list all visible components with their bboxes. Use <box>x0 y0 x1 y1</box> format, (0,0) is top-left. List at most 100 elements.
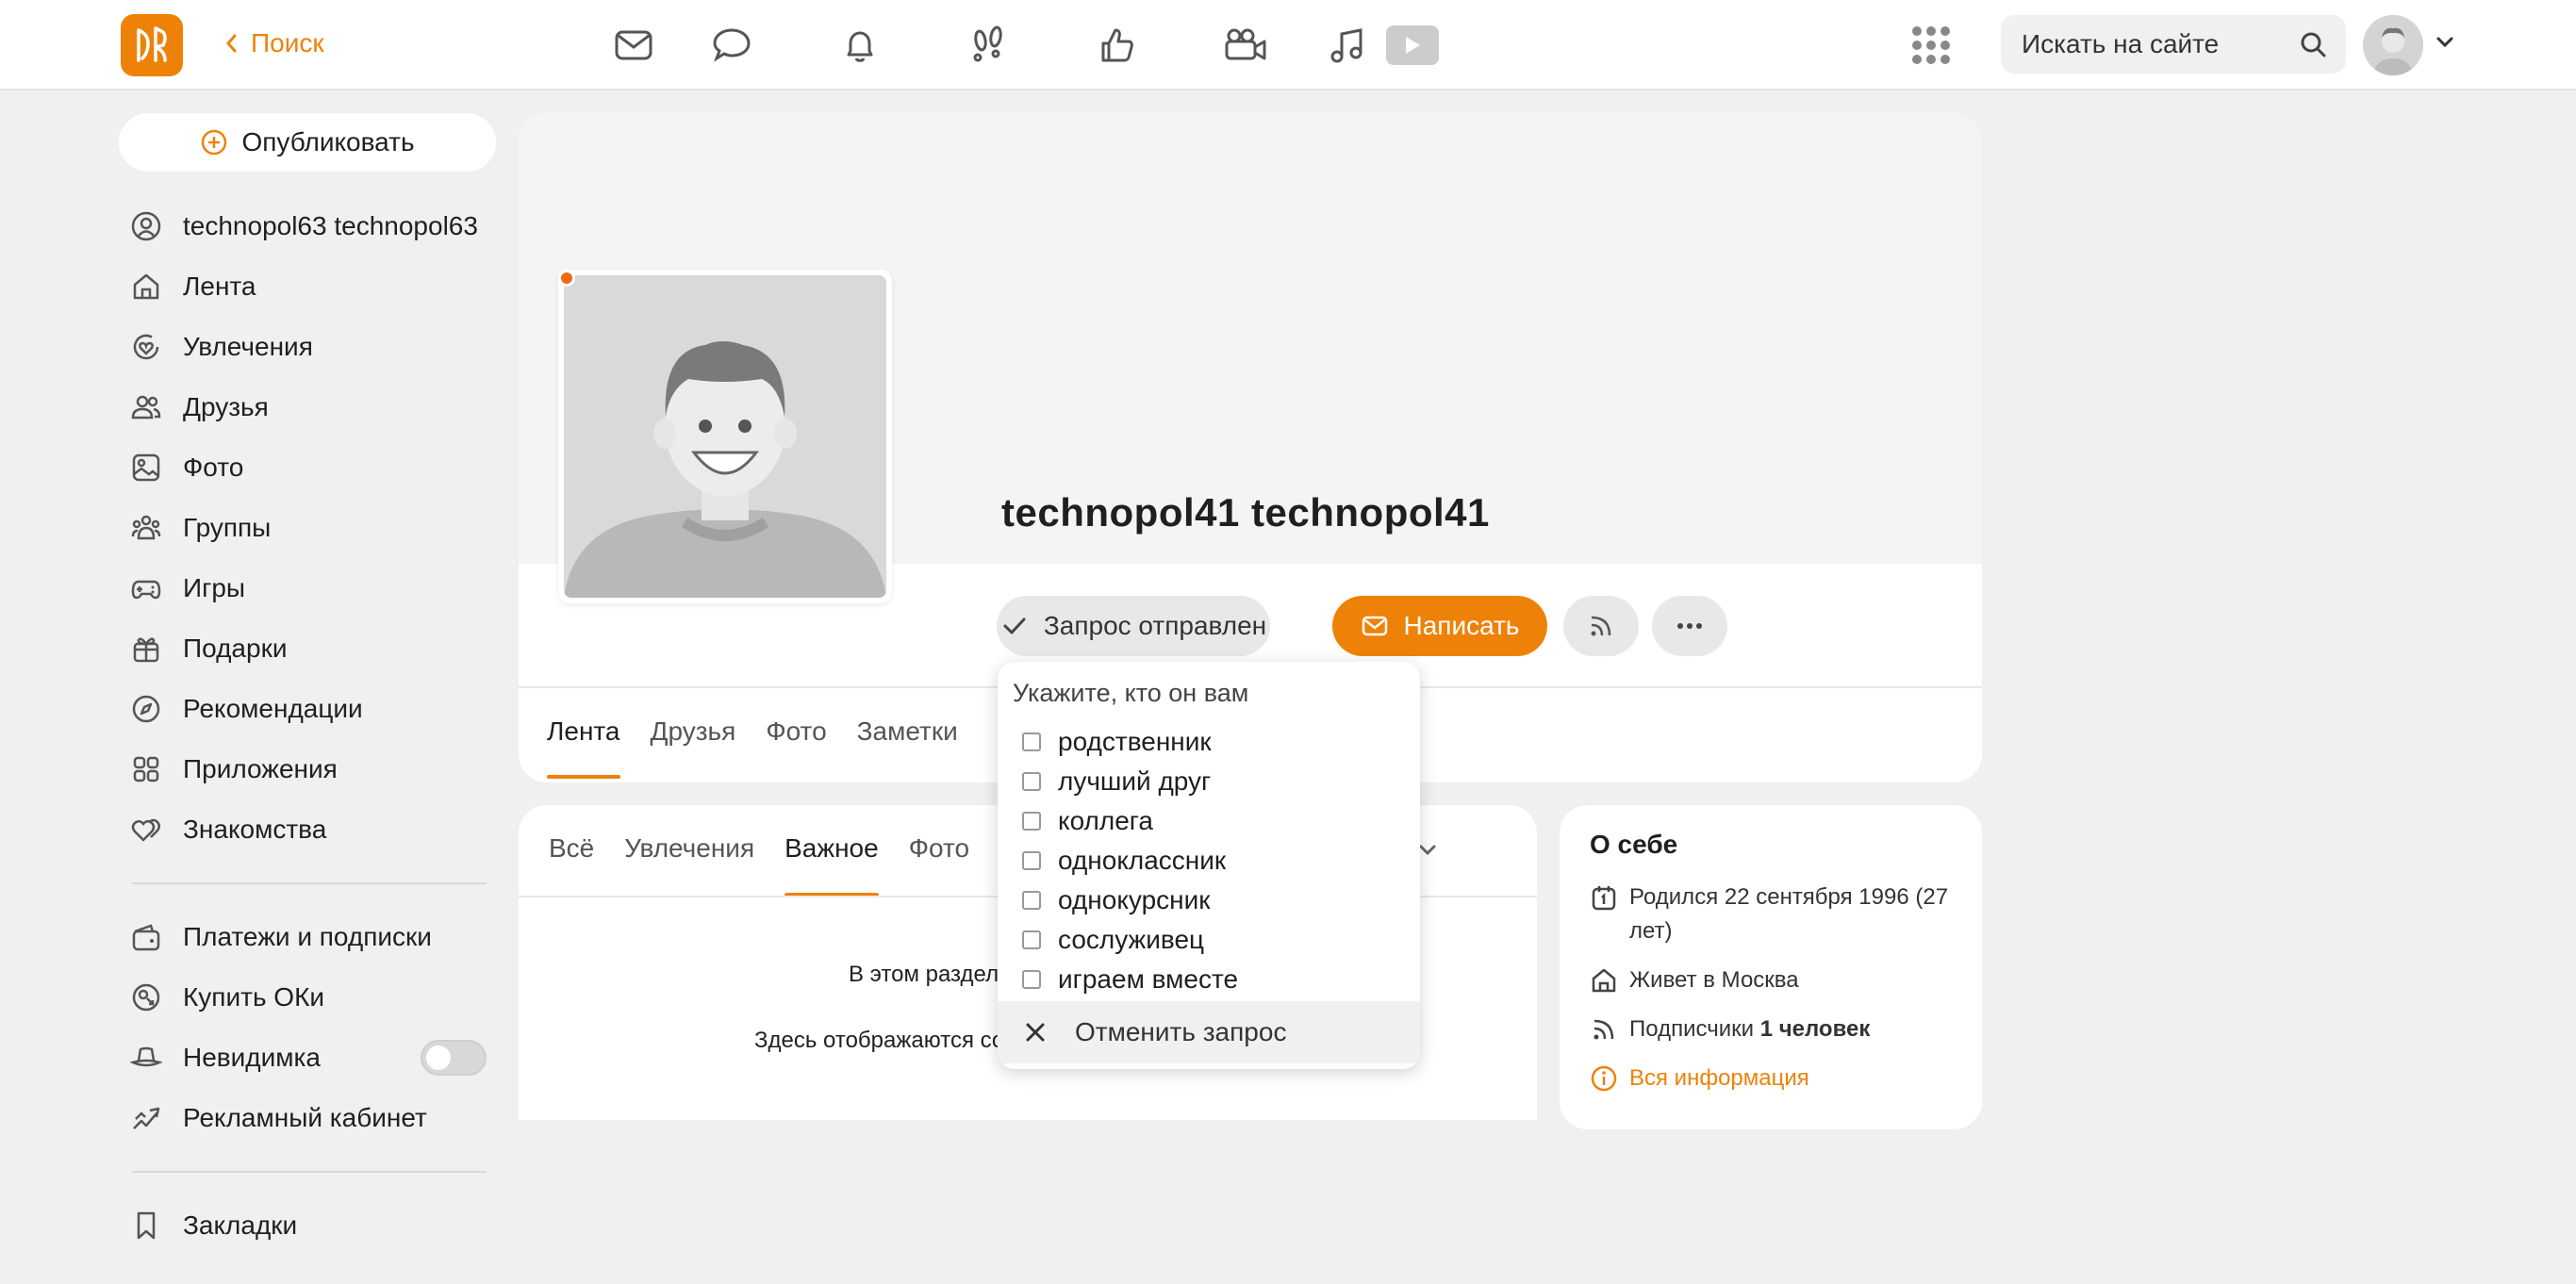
sidebar-item-invisible[interactable]: Невидимка <box>130 1028 487 1088</box>
compass-icon <box>132 695 160 723</box>
sidebar-item-label: Купить ОКи <box>183 982 325 1012</box>
sidebar-item-label: Друзья <box>183 392 269 421</box>
sidebar-item-label: Подарки <box>183 634 288 663</box>
checkbox[interactable] <box>1022 930 1041 949</box>
sidebar-item-apps[interactable]: Приложения <box>130 739 487 799</box>
ok-logo-icon <box>137 26 167 62</box>
sidebar-item-games[interactable]: Игры <box>130 558 487 618</box>
mail-icon[interactable] <box>613 19 668 72</box>
search-icon[interactable] <box>2299 30 2327 58</box>
about-subscribers[interactable]: Подписчики 1 человек <box>1590 1012 1952 1046</box>
feed-tab-all[interactable]: Всё <box>549 833 594 897</box>
bell-icon[interactable] <box>796 19 924 72</box>
footprints-icon[interactable] <box>924 19 1052 72</box>
chat-icon[interactable] <box>668 19 796 72</box>
sidebar-item-label: Группы <box>183 513 272 542</box>
tab-feed[interactable]: Лента <box>547 716 620 779</box>
sidebar-item-bookmarks[interactable]: Закладки <box>130 1195 487 1256</box>
sidebar-item-feed[interactable]: Лента <box>130 256 487 317</box>
profile-tabs: Лента Друзья Фото Заметки <box>547 716 958 779</box>
write-message-button[interactable]: Написать <box>1332 596 1547 656</box>
chevron-left-icon <box>226 34 237 53</box>
birthday-text: Родился 22 сентября 1996 (27 лет) <box>1629 884 1949 944</box>
profile-avatar[interactable] <box>558 270 892 603</box>
checkbox[interactable] <box>1022 891 1041 910</box>
apps-grid-icon[interactable] <box>1912 26 1950 64</box>
incognito-hat-icon <box>130 1046 162 1067</box>
more-options-button[interactable] <box>1652 596 1727 656</box>
back-to-search-link[interactable]: Поиск <box>224 28 324 58</box>
thumbs-up-icon[interactable] <box>1052 19 1181 72</box>
ok-logo[interactable] <box>121 14 183 76</box>
publish-label: Опубликовать <box>241 127 415 156</box>
about-location: Живет в Москва <box>1590 963 1952 997</box>
empty-state-text: Здесь отображаются со <box>754 1028 1005 1053</box>
sidebar-item-payments[interactable]: Платежи и подписки <box>130 907 487 967</box>
request-sent-button[interactable]: Запрос отправлен <box>997 596 1270 656</box>
invisible-toggle[interactable] <box>421 1040 487 1076</box>
location-text: Живет в Москва <box>1629 967 1799 993</box>
relation-option-play-together[interactable]: играем вместе <box>1022 960 1238 999</box>
sidebar-divider <box>132 882 487 884</box>
cancel-request-button[interactable]: Отменить запрос <box>998 1001 1420 1063</box>
sidebar-item-label: Закладки <box>183 1210 298 1240</box>
feed-tab-photo[interactable]: Фото <box>909 833 969 897</box>
feed-tab-hobbies[interactable]: Увлечения <box>624 833 754 897</box>
checkbox[interactable] <box>1022 812 1041 831</box>
all-info-link[interactable]: Вся информация <box>1590 1062 1952 1095</box>
option-label: родственник <box>1058 727 1212 756</box>
subscribers-count: 1 человек <box>1759 1016 1871 1042</box>
sidebar-item-ads-cabinet[interactable]: Рекламный кабинет <box>130 1088 487 1148</box>
video-play-icon[interactable] <box>1386 25 1439 65</box>
sidebar-item-label: Увлечения <box>183 332 313 361</box>
sidebar-item-friends[interactable]: Друзья <box>130 377 487 437</box>
relation-option-relative[interactable]: родственник <box>1022 722 1238 762</box>
relation-option-coursemate[interactable]: однокурсник <box>1022 881 1238 920</box>
relation-option-fellow-soldier[interactable]: сослуживец <box>1022 920 1238 960</box>
sidebar-item-dating[interactable]: Знакомства <box>130 799 487 860</box>
sidebar-item-profile[interactable]: technopol63 technopol63 <box>130 196 487 256</box>
video-camera-icon[interactable] <box>1181 19 1309 72</box>
sidebar-item-gifts[interactable]: Подарки <box>130 618 487 679</box>
top-nav <box>613 19 1439 72</box>
relation-option-best-friend[interactable]: лучший друг <box>1022 762 1238 801</box>
sidebar-item-label: Знакомства <box>183 815 327 844</box>
search-input[interactable] <box>2022 28 2286 60</box>
checkbox[interactable] <box>1022 733 1041 751</box>
rss-icon <box>1593 1019 1614 1040</box>
about-panel: О себе Родился 22 сентября 1996 (27 лет)… <box>1560 805 1982 1129</box>
tab-notes[interactable]: Заметки <box>857 716 958 779</box>
relation-option-colleague[interactable]: коллега <box>1022 801 1238 841</box>
sidebar-item-label: Рекомендации <box>183 694 363 723</box>
sidebar-item-label: Рекламный кабинет <box>183 1103 427 1132</box>
feed-filter-tabs: Всё Увлечения Важное Фото <box>549 833 969 897</box>
sidebar-item-label: Фото <box>183 453 244 482</box>
sidebar-item-groups[interactable]: Группы <box>130 498 487 558</box>
more-dots-icon <box>1677 623 1702 629</box>
hearts-icon <box>131 818 160 842</box>
sidebar-item-hobbies[interactable]: Увлечения <box>130 317 487 377</box>
relation-option-classmate[interactable]: одноклассник <box>1022 841 1238 881</box>
tab-friends[interactable]: Друзья <box>651 716 736 779</box>
checkbox[interactable] <box>1022 970 1041 989</box>
publish-button[interactable]: Опубликовать <box>119 113 496 172</box>
avatar-placeholder-icon <box>564 275 886 598</box>
user-avatar[interactable] <box>2363 15 2423 75</box>
sidebar-item-buy-oks[interactable]: Купить ОКи <box>130 967 487 1028</box>
checkbox[interactable] <box>1022 772 1041 791</box>
checkbox[interactable] <box>1022 851 1041 870</box>
sidebar-item-photo[interactable]: Фото <box>130 437 487 498</box>
tab-photo[interactable]: Фото <box>766 716 826 779</box>
friends-icon <box>131 395 161 420</box>
feed-tab-important[interactable]: Важное <box>784 833 879 897</box>
profile-name: technopol41 technopol41 <box>1001 490 1490 535</box>
music-icon[interactable] <box>1309 19 1386 72</box>
photo-icon <box>132 453 160 482</box>
subscribe-button[interactable] <box>1563 596 1639 656</box>
avatar-placeholder-icon <box>2363 15 2423 75</box>
gamepad-icon <box>131 580 161 600</box>
sidebar-item-recommendations[interactable]: Рекомендации <box>130 679 487 739</box>
groups-icon <box>131 515 161 540</box>
chevron-down-icon[interactable] <box>2435 32 2455 53</box>
site-search[interactable] <box>2001 15 2346 74</box>
